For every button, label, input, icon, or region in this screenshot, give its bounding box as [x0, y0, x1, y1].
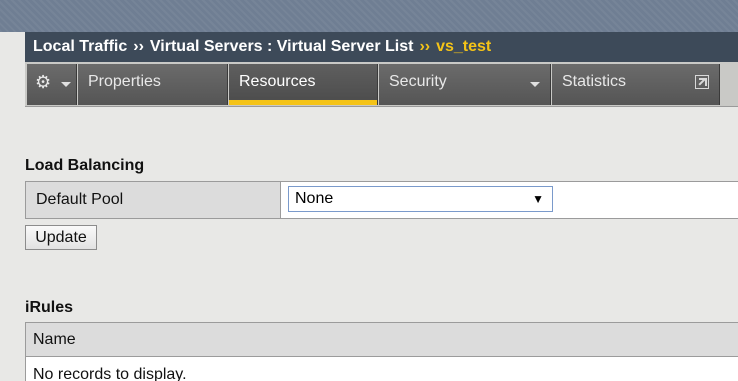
breadcrumb-separator: ›› — [133, 38, 144, 55]
tab-statistics[interactable]: Statistics — [552, 64, 720, 105]
tab-security[interactable]: Security — [379, 64, 551, 105]
top-banner — [0, 0, 738, 32]
breadcrumb-separator-current: ›› — [419, 38, 431, 55]
irules-title: iRules — [25, 299, 74, 316]
page-root: Local Traffic ›› Virtual Servers : Virtual… — [0, 0, 738, 381]
tab-properties[interactable]: Properties — [78, 64, 228, 105]
tab-label: Properties — [88, 73, 161, 90]
irules-empty-message: No records to display. — [33, 366, 187, 381]
default-pool-value: None — [295, 190, 334, 207]
breadcrumb-item-virtual-server-list[interactable]: Virtual Servers : Virtual Server List — [150, 38, 414, 55]
irules-table: Name No records to display. — [25, 322, 738, 381]
breadcrumb-current: vs_test — [436, 38, 492, 55]
breadcrumb: Local Traffic ›› Virtual Servers : Virtual… — [25, 32, 738, 62]
default-pool-row: Default Pool None ▼ — [25, 181, 738, 219]
tab-label: Security — [389, 73, 447, 90]
tab-label: Resources — [239, 73, 316, 90]
gear-icon: ⚙ — [35, 72, 52, 92]
popout-icon[interactable] — [695, 75, 709, 89]
chevron-down-icon — [530, 82, 540, 87]
chevron-down-icon — [61, 82, 71, 87]
tab-bar: ⚙ Properties Resources Security Statisti… — [25, 62, 738, 107]
default-pool-label: Default Pool — [26, 182, 281, 218]
load-balancing-title: Load Balancing — [25, 157, 145, 174]
tab-resources[interactable]: Resources — [229, 64, 378, 105]
tab-label: Statistics — [562, 73, 627, 90]
update-button[interactable]: Update — [25, 225, 97, 250]
breadcrumb-item-local-traffic[interactable]: Local Traffic — [33, 38, 127, 55]
default-pool-select[interactable]: None ▼ — [288, 186, 553, 212]
dropdown-arrow-icon: ▼ — [532, 192, 544, 206]
tab-gear-menu[interactable]: ⚙ — [27, 64, 77, 105]
irules-column-name[interactable]: Name — [26, 323, 738, 357]
